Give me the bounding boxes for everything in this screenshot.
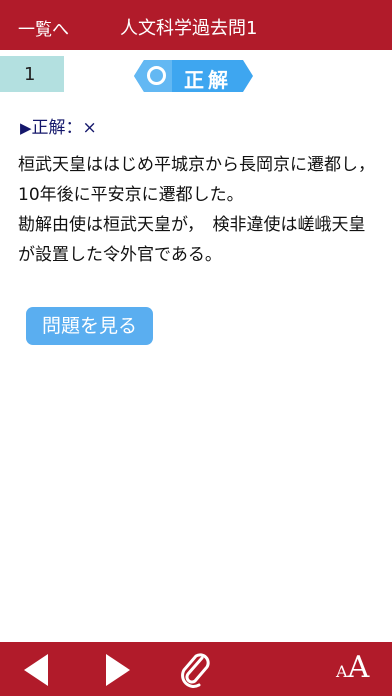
question-number: 1 xyxy=(24,64,36,85)
explanation-text: 桓武天皇ははじめ平城京から長岡京に遷都し，10年後に平安京に遷都した。 勘解由使… xyxy=(18,150,380,270)
page-title: 人文科学過去問1 xyxy=(120,18,258,39)
attachment-button[interactable] xyxy=(176,650,216,690)
explanation-line-1: 桓武天皇ははじめ平城京から長岡京に遷都し，10年後に平安京に遷都した。 xyxy=(18,155,375,205)
previous-button[interactable] xyxy=(24,654,50,686)
font-size-button[interactable]: AA xyxy=(336,650,376,690)
arrow-left-icon xyxy=(24,654,48,686)
header-bar: 一覧へ 人文科学過去問1 xyxy=(0,0,392,50)
view-question-button[interactable]: 問題を見る xyxy=(26,307,153,345)
back-to-list-link[interactable]: 一覧へ xyxy=(18,15,69,40)
correct-answer: ▶正解：× xyxy=(20,113,97,138)
paperclip-icon xyxy=(181,653,210,688)
result-label: 正解 xyxy=(184,68,232,92)
font-large-icon: A xyxy=(347,650,370,685)
result-badge: 正解 xyxy=(134,60,253,92)
arrow-right-icon xyxy=(106,654,130,686)
circle-icon xyxy=(147,66,166,85)
font-small-icon: A xyxy=(336,662,348,681)
correct-answer-label: 正解： xyxy=(31,118,83,138)
triangle-icon: ▶ xyxy=(20,119,32,137)
next-button[interactable] xyxy=(104,654,130,686)
correct-answer-value: × xyxy=(82,118,97,138)
footer-toolbar: AA xyxy=(0,642,392,696)
question-number-box: 1 xyxy=(0,56,64,92)
explanation-line-2: 勘解由使は桓武天皇が， 検非違使は嵯峨天皇が設置した令外官である。 xyxy=(18,215,366,265)
